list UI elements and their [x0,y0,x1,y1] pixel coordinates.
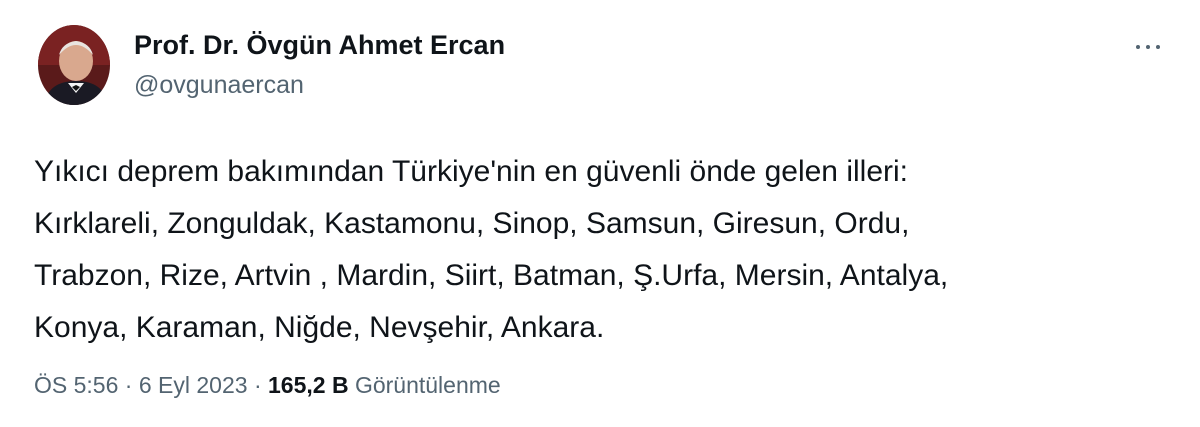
avatar[interactable] [38,25,110,105]
author-handle[interactable]: @ovgunaercan [134,70,505,100]
author-display-name[interactable]: Prof. Dr. Övgün Ahmet Ercan [134,28,505,62]
tweet-timestamp[interactable]: ÖS 5:56 · 6 Eyl 2023 [34,372,248,398]
tweet-text-line: Kırklareli, Zonguldak, Kastamonu, Sinop,… [34,207,910,240]
more-horizontal-icon [1133,45,1163,49]
author-info: Prof. Dr. Övgün Ahmet Ercan @ovgunaercan [134,28,505,100]
tweet-text-line: Konya, Karaman, Niğde, Nevşehir, Ankara. [34,311,605,344]
tweet-text-line: Yıkıcı deprem bakımından Türkiye'nin en … [34,155,908,188]
avatar-image [38,25,110,105]
tweet-time: ÖS 5:56 [34,372,119,398]
meta-separator: · [124,372,133,398]
tweet-text: Yıkıcı deprem bakımından Türkiye'nin en … [34,146,1184,354]
tweet-meta: ÖS 5:56 · 6 Eyl 2023 · 165,2 B Görüntüle… [34,370,501,400]
views-count: 165,2 B [268,372,349,398]
views-label: Görüntülenme [354,372,501,398]
tweet-text-line: Trabzon, Rize, Artvin , Mardin, Siirt, B… [34,259,949,292]
tweet-card: Prof. Dr. Övgün Ahmet Ercan @ovgunaercan… [0,0,1200,427]
more-options-button[interactable] [1128,32,1168,62]
tweet-date: 6 Eyl 2023 [138,372,248,398]
meta-separator: · [253,372,262,398]
